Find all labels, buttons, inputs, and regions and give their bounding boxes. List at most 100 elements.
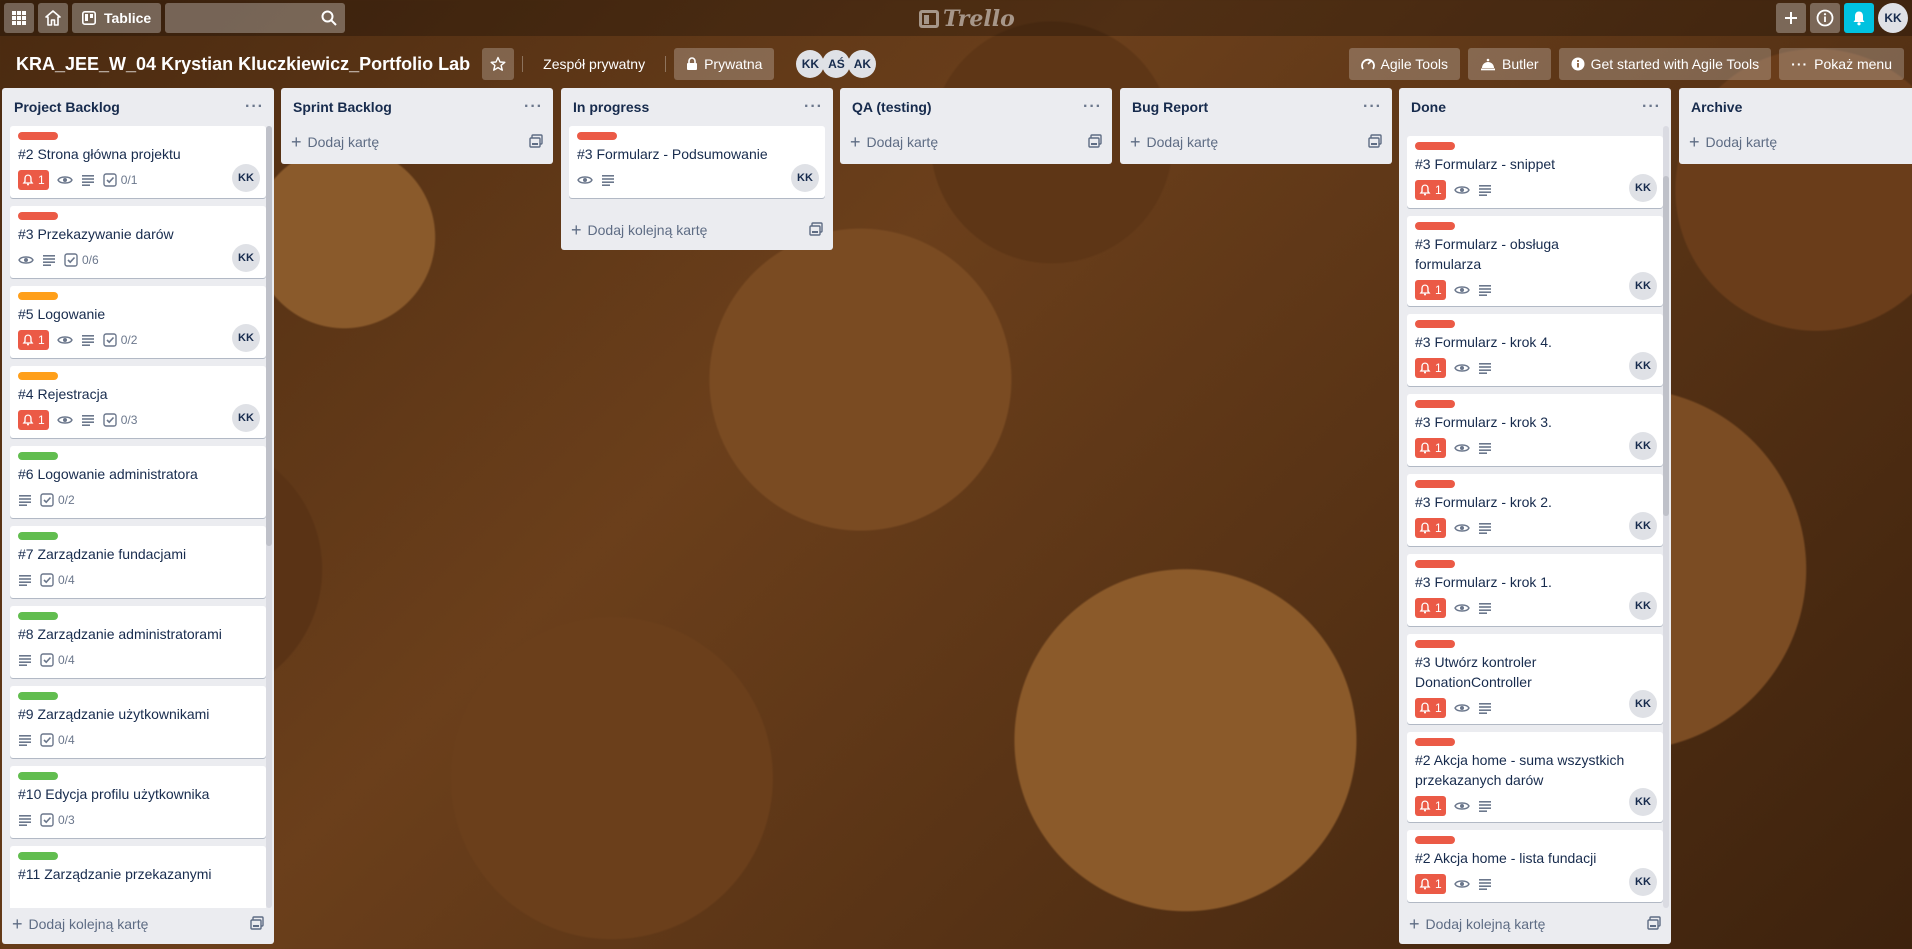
list-title[interactable]: Sprint Backlog [293, 99, 392, 115]
card-member-avatar[interactable]: KK [1629, 352, 1657, 380]
list-menu-icon[interactable]: ··· [1083, 98, 1102, 116]
create-from-template-icon[interactable] [1088, 133, 1102, 151]
list-header[interactable]: Done ··· [1399, 88, 1671, 126]
card-label[interactable] [1415, 320, 1455, 328]
list-menu-icon[interactable]: ··· [524, 98, 543, 116]
boards-button[interactable]: Tablice [72, 3, 162, 33]
card-label[interactable] [577, 132, 617, 140]
card[interactable]: #3 Przekazywanie darów 0/6 KK [10, 206, 266, 278]
list-title[interactable]: QA (testing) [852, 99, 932, 115]
card[interactable]: #8 Zarządzanie administratorami 0/4 [10, 606, 266, 678]
list-header[interactable]: In progress ··· [561, 88, 833, 126]
due-date-badge[interactable]: 1 [1415, 874, 1446, 894]
agile-tools-button[interactable]: Agile Tools [1348, 48, 1460, 80]
list-header[interactable]: Project Backlog ··· [2, 88, 274, 126]
card-member-avatar[interactable]: KK [1629, 512, 1657, 540]
card[interactable]: #3 Formularz - krok 4. 1 KK [1407, 314, 1663, 386]
card[interactable]: #11 Zarządzanie przekazanymi [10, 846, 266, 908]
add-card-button[interactable]: + Dodaj kartę [281, 126, 553, 158]
list-scrollbar[interactable] [1663, 126, 1669, 908]
list-title[interactable]: Done [1411, 99, 1446, 115]
due-date-badge[interactable]: 1 [1415, 598, 1446, 618]
member-avatar[interactable]: AŚ [822, 50, 851, 78]
card-label[interactable] [1415, 640, 1455, 648]
card[interactable]: #7 Zarządzanie fundacjami 0/4 [10, 526, 266, 598]
team-button[interactable]: Zespół prywatny [531, 48, 657, 80]
card[interactable]: #4 Rejestracja 1 0/3 KK [10, 366, 266, 438]
card-label[interactable] [1415, 836, 1455, 844]
card[interactable]: #3 Formularz - snippet 1 KK [1407, 136, 1663, 208]
card-member-avatar[interactable]: KK [1629, 272, 1657, 300]
due-date-badge[interactable]: 1 [1415, 180, 1446, 200]
card-member-avatar[interactable]: KK [1629, 690, 1657, 718]
info-button[interactable] [1810, 3, 1840, 33]
list-menu-icon[interactable]: ··· [804, 98, 823, 116]
card-label[interactable] [1415, 222, 1455, 230]
list-menu-icon[interactable]: ··· [245, 98, 264, 116]
show-menu-button[interactable]: ··· Pokaż menu [1779, 48, 1904, 80]
card-label[interactable] [1415, 480, 1455, 488]
card-label[interactable] [1415, 738, 1455, 746]
create-from-template-icon[interactable] [529, 133, 543, 151]
create-from-template-icon[interactable] [1647, 915, 1661, 933]
list-header[interactable]: Sprint Backlog ··· [281, 88, 553, 126]
add-card-button[interactable]: + Dodaj kartę [1679, 126, 1912, 158]
card[interactable]: #5 Logowanie 1 0/2 KK [10, 286, 266, 358]
create-from-template-icon[interactable] [809, 221, 823, 239]
card[interactable]: #3 Formularz - krok 1. 1 KK [1407, 554, 1663, 626]
card[interactable]: #10 Edycja profilu użytkownika 0/3 [10, 766, 266, 838]
card-label[interactable] [18, 212, 58, 220]
card-label[interactable] [18, 852, 58, 860]
board-title[interactable]: KRA_JEE_W_04 Krystian Kluczkiewicz_Portf… [16, 54, 470, 75]
card-label[interactable] [1415, 560, 1455, 568]
due-date-badge[interactable]: 1 [1415, 796, 1446, 816]
card-label[interactable] [18, 292, 58, 300]
card-member-avatar[interactable]: KK [232, 244, 260, 272]
home-button[interactable] [38, 3, 68, 33]
get-started-button[interactable]: Get started with Agile Tools [1558, 48, 1772, 80]
due-date-badge[interactable]: 1 [18, 170, 49, 190]
list-title[interactable]: Archive [1691, 99, 1742, 115]
card[interactable]: #3 Formularz - krok 2. 1 KK [1407, 474, 1663, 546]
card-label[interactable] [18, 692, 58, 700]
due-date-badge[interactable]: 1 [18, 410, 49, 430]
card[interactable]: #3 Utwórz kontroler DonationController 1 K… [1407, 634, 1663, 724]
add-card-button[interactable]: + Dodaj kolejną kartę [561, 214, 833, 246]
card-label[interactable] [18, 132, 58, 140]
add-card-button[interactable]: + Dodaj kolejną kartę [1399, 908, 1671, 940]
card-label[interactable] [18, 532, 58, 540]
list-header[interactable]: QA (testing) ··· [840, 88, 1112, 126]
due-date-badge[interactable]: 1 [1415, 438, 1446, 458]
due-date-badge[interactable]: 1 [18, 330, 49, 350]
scrollbar-thumb[interactable] [1663, 176, 1669, 516]
card[interactable]: #2 Akcja home - lista fundacji 1 KK [1407, 830, 1663, 902]
card-member-avatar[interactable]: KK [232, 404, 260, 432]
list-header[interactable]: Bug Report ··· [1120, 88, 1392, 126]
card[interactable]: #2 Strona główna projektu 1 0/1 KK [10, 126, 266, 198]
due-date-badge[interactable]: 1 [1415, 518, 1446, 538]
card[interactable]: #3 Formularz - krok 3. 1 KK [1407, 394, 1663, 466]
card-member-avatar[interactable]: KK [1629, 788, 1657, 816]
list-header[interactable]: Archive [1679, 88, 1912, 126]
card[interactable]: #2 Akcja home - suma wszystkich przekaza… [1407, 732, 1663, 822]
list-scrollbar[interactable] [266, 126, 272, 908]
card-label[interactable] [18, 452, 58, 460]
card[interactable]: #3 Formularz - obsługa formularza 1 KK [1407, 216, 1663, 306]
due-date-badge[interactable]: 1 [1415, 698, 1446, 718]
create-from-template-icon[interactable] [250, 915, 264, 933]
due-date-badge[interactable]: 1 [1415, 358, 1446, 378]
card[interactable]: #6 Logowanie administratora 0/2 [10, 446, 266, 518]
add-card-button[interactable]: + Dodaj kartę [1120, 126, 1392, 158]
notifications-button[interactable] [1844, 3, 1874, 33]
list-menu-icon[interactable]: ··· [1642, 98, 1661, 116]
card-member-avatar[interactable]: KK [1629, 868, 1657, 896]
list-title[interactable]: Bug Report [1132, 99, 1208, 115]
card-member-avatar[interactable]: KK [1629, 592, 1657, 620]
card-member-avatar[interactable]: KK [1629, 432, 1657, 460]
card-label[interactable] [18, 772, 58, 780]
card-label[interactable] [1415, 142, 1455, 150]
search-input[interactable] [165, 3, 346, 33]
trello-logo[interactable]: Trello [919, 6, 1015, 32]
card-label[interactable] [1415, 400, 1455, 408]
add-card-button[interactable]: + Dodaj kolejną kartę [2, 908, 274, 940]
